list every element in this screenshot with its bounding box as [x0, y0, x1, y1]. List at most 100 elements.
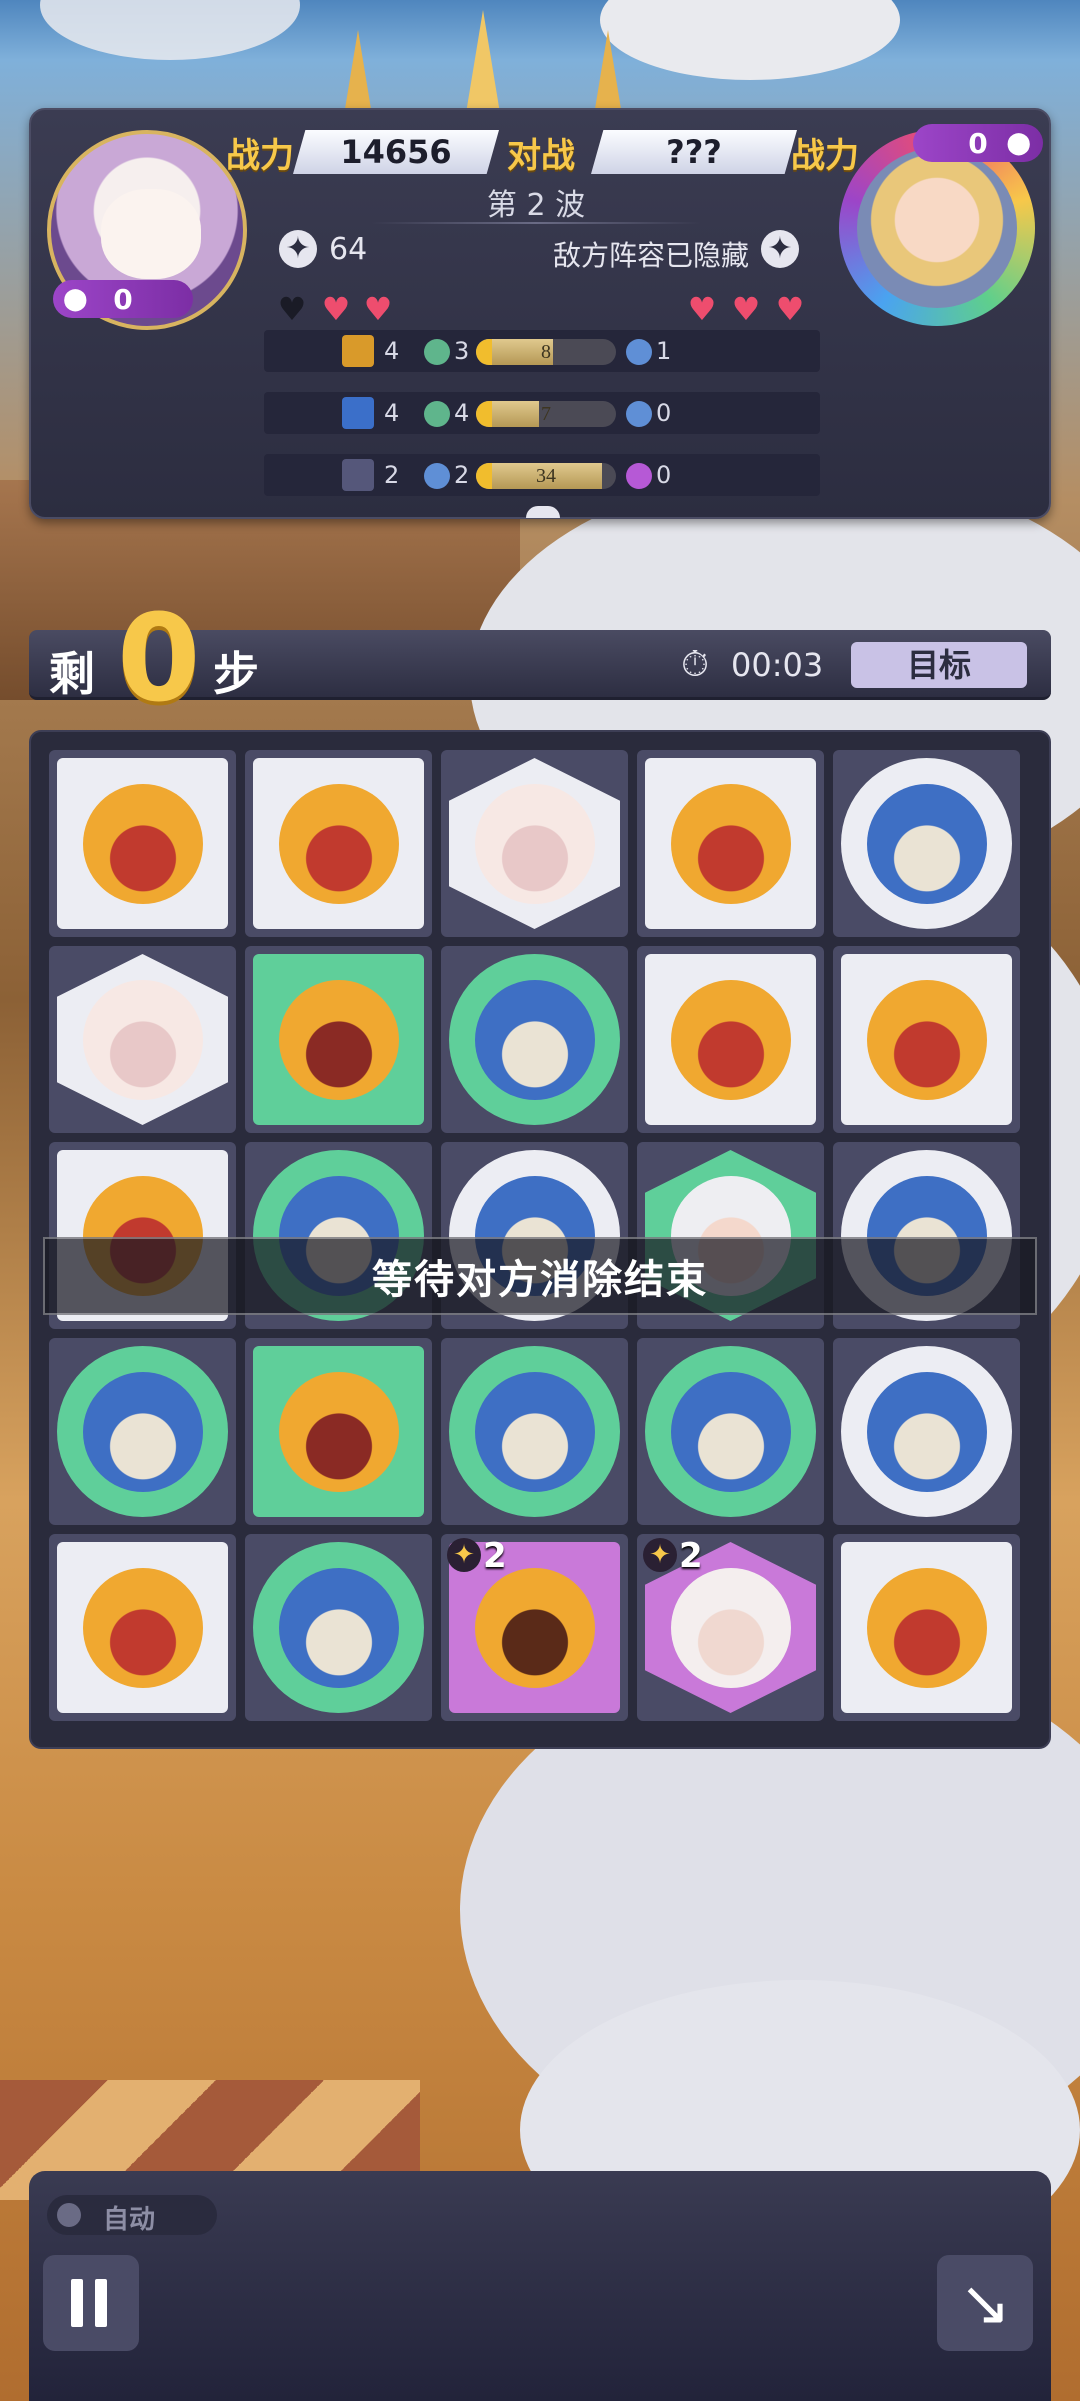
tile-level: 2	[679, 1536, 703, 1576]
hero-tile	[253, 954, 424, 1125]
hero-tile	[841, 758, 1012, 929]
hero-tile	[253, 1542, 424, 1713]
board-cell[interactable]	[833, 1534, 1020, 1721]
hero-face-icon	[278, 783, 399, 904]
wave-divider	[371, 222, 701, 224]
hero-tile	[449, 758, 620, 929]
hero-face-icon	[474, 783, 595, 904]
ally-count: 3	[454, 337, 470, 365]
pause-button[interactable]	[43, 2255, 139, 2351]
ally-orb-icon	[424, 463, 450, 489]
ally-orb-icon	[424, 339, 450, 365]
progress-bar-value: 8	[541, 341, 551, 363]
collapse-chevron-icon[interactable]	[526, 506, 560, 518]
board-cell[interactable]	[441, 750, 628, 937]
pause-icon	[95, 2279, 107, 2327]
auto-label: 自动	[103, 2205, 156, 2235]
progress-bar: 8	[476, 339, 616, 365]
enemy-avatar-face	[857, 148, 1017, 308]
enemy-count-value: 1	[656, 337, 672, 365]
hero-mini-icon	[342, 335, 374, 367]
enemy-power: ???	[591, 130, 797, 174]
hero-tile	[57, 1346, 228, 1517]
player-count: 0	[113, 282, 133, 316]
wave-label: 第 2 波	[486, 188, 586, 223]
enemy-heart-icon: ♥	[775, 290, 805, 328]
versus-label: 对战	[507, 138, 575, 175]
hero-face-icon	[474, 979, 595, 1100]
bottom-control-bar: 自动 ↘	[29, 2171, 1051, 2401]
board-cell[interactable]	[637, 750, 824, 937]
enemy-count-value: 0	[656, 399, 672, 427]
board-cell[interactable]: ✦ 2	[637, 1534, 824, 1721]
board-cell[interactable]	[245, 750, 432, 937]
hero-tile	[841, 1346, 1012, 1517]
board-cell[interactable]	[833, 1338, 1020, 1525]
player-score: 64	[329, 232, 368, 267]
player-count-icon: ⬤	[63, 286, 88, 312]
hero-face-icon	[82, 979, 203, 1100]
star-icon: ✦	[447, 1538, 481, 1572]
board-cell[interactable]	[637, 1338, 824, 1525]
hero-tile	[645, 1346, 816, 1517]
board-cell[interactable]	[833, 946, 1020, 1133]
enemy-score-icon: ✦	[761, 230, 799, 268]
hero-tile	[57, 1542, 228, 1713]
hero-tile	[645, 758, 816, 929]
steps-suffix: 步	[213, 647, 259, 701]
pause-icon	[71, 2279, 83, 2327]
player-score-icon: ✦	[279, 230, 317, 268]
power-label-left: 战力	[226, 138, 294, 175]
board-cell[interactable]	[441, 946, 628, 1133]
hero-level: 4	[384, 399, 400, 427]
battle-info-panel: ⬤ 0 战力 14656 对战 ??? 战力 第 2 波 ✦ 64 敌方阵容已隐…	[29, 108, 1051, 519]
board-cell[interactable]	[245, 946, 432, 1133]
enemy-count-badge: 0 ⬤	[913, 124, 1043, 162]
enemy-count-icon: ⬤	[1006, 130, 1031, 156]
board-cell[interactable]	[49, 946, 236, 1133]
hero-face-icon	[866, 1371, 987, 1492]
hero-face-icon	[670, 1371, 791, 1492]
progress-bar: 34	[476, 463, 616, 489]
hero-face-icon	[866, 1567, 987, 1688]
board-cell[interactable]: ✦ 2	[441, 1534, 628, 1721]
arrow-down-right-icon: ↘	[959, 2266, 1011, 2339]
board-cell[interactable]	[49, 1534, 236, 1721]
ally-count: 4	[454, 399, 470, 427]
hero-mini-icon	[342, 459, 374, 491]
hero-face-icon	[82, 1567, 203, 1688]
player-heart-icon: ♥	[363, 290, 393, 328]
hero-tile	[253, 1346, 424, 1517]
ally-count: 2	[454, 461, 470, 489]
hero-face-icon	[278, 979, 399, 1100]
enemy-count-value: 0	[656, 461, 672, 489]
hero-face-icon	[670, 979, 791, 1100]
enemy-orb-icon	[626, 339, 652, 365]
hero-face-icon	[278, 1567, 399, 1688]
steps-count: 0	[117, 590, 201, 729]
hero-tile	[645, 954, 816, 1125]
board-cell[interactable]	[245, 1338, 432, 1525]
board-cell[interactable]	[637, 946, 824, 1133]
enemy-heart-icon: ♥	[731, 290, 761, 328]
stopwatch-icon: ⏱	[681, 644, 710, 685]
board-cell[interactable]	[245, 1534, 432, 1721]
hero-tile	[841, 954, 1012, 1125]
waiting-banner: 等待对方消除结束	[43, 1237, 1037, 1315]
hero-face-icon	[474, 1371, 595, 1492]
exit-button[interactable]: ↘	[937, 2255, 1033, 2351]
player-avatar-face	[101, 189, 201, 279]
goal-button[interactable]: 目标	[851, 642, 1027, 688]
hero-tile	[57, 758, 228, 929]
auto-toggle-knob	[57, 2203, 81, 2227]
hero-tile	[841, 1542, 1012, 1713]
board-cell[interactable]	[49, 750, 236, 937]
board-cell[interactable]	[49, 1338, 236, 1525]
hero-face-icon	[670, 783, 791, 904]
power-label-right: 战力	[791, 138, 859, 175]
auto-toggle[interactable]: 自动	[47, 2195, 217, 2235]
hero-level: 4	[384, 337, 400, 365]
hero-face-icon	[474, 1567, 595, 1688]
board-cell[interactable]	[441, 1338, 628, 1525]
board-cell[interactable]	[833, 750, 1020, 937]
